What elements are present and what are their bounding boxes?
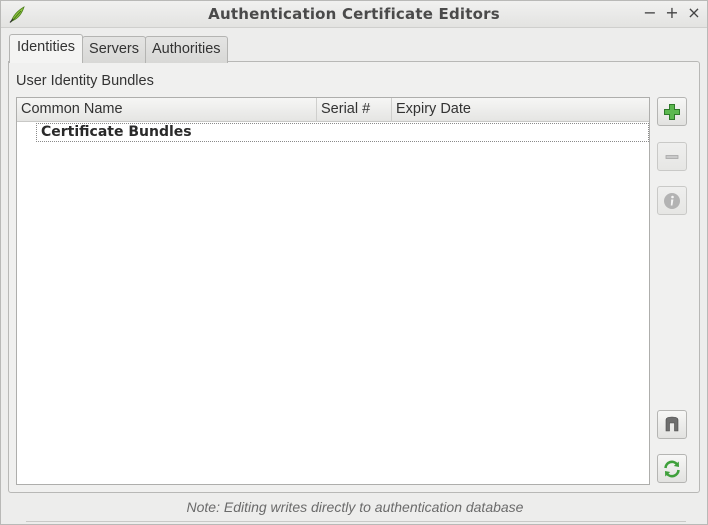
column-header-common-name[interactable]: Common Name — [17, 98, 317, 122]
tab-identities[interactable]: Identities — [9, 34, 84, 63]
maximize-button[interactable]: + — [663, 4, 681, 22]
note-text: Note: Editing writes directly to authent… — [186, 499, 524, 515]
info-button[interactable] — [657, 186, 687, 215]
refresh-icon — [664, 460, 680, 477]
utilities-icon — [665, 416, 679, 431]
certificate-editors-window: Authentication Certificate Editors − + ×… — [0, 0, 708, 525]
tree-row-label: Certificate Bundles — [41, 124, 192, 140]
minimize-button[interactable]: − — [641, 4, 659, 22]
tab-servers[interactable]: Servers — [82, 36, 147, 63]
identity-tree-view[interactable]: Common Name Serial # Expiry Date Certifi… — [16, 97, 650, 485]
column-header-serial[interactable]: Serial # — [317, 98, 392, 122]
refresh-button[interactable] — [657, 454, 687, 483]
close-button[interactable]: × — [685, 4, 703, 22]
divider — [26, 521, 686, 522]
plus-icon — [664, 103, 680, 120]
window-title: Authentication Certificate Editors — [208, 5, 500, 23]
utilities-button[interactable] — [657, 410, 687, 439]
tab-authorities[interactable]: Authorities — [145, 36, 228, 63]
tree-row-certificate-bundles[interactable]: Certificate Bundles — [36, 123, 649, 142]
tree-header: Common Name Serial # Expiry Date — [17, 98, 649, 122]
title-bar[interactable]: Authentication Certificate Editors − + × — [1, 1, 707, 28]
minus-icon — [665, 154, 679, 159]
info-icon — [664, 192, 680, 209]
tab-bar: Identities Servers Authorities — [9, 34, 228, 63]
group-label: User Identity Bundles — [16, 73, 154, 89]
column-header-expiry-date[interactable]: Expiry Date — [392, 98, 649, 122]
remove-identity-button[interactable] — [657, 142, 687, 171]
add-identity-button[interactable] — [657, 97, 687, 126]
